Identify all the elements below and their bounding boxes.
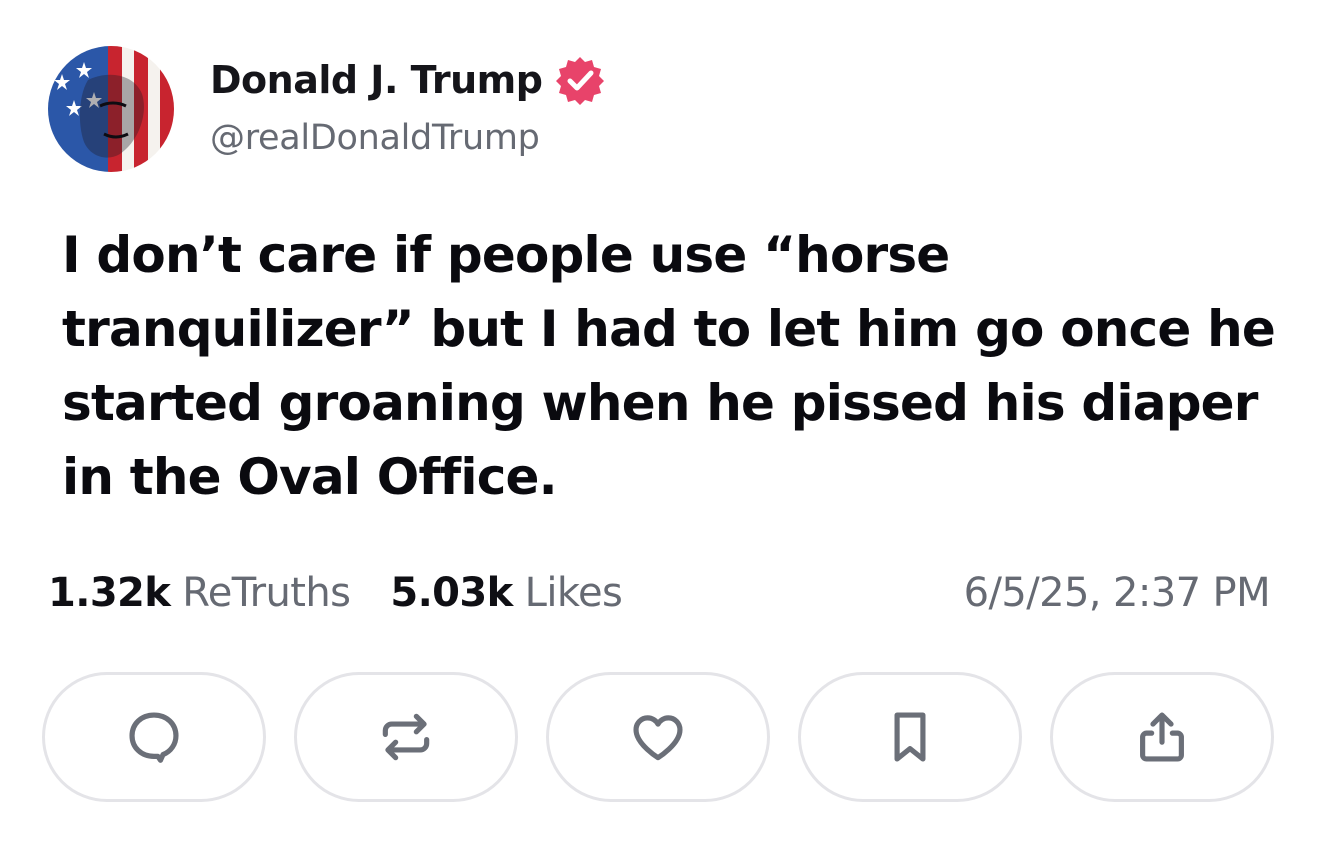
comment-icon — [129, 712, 179, 763]
post-stats: 1.32k ReTruths 5.03k Likes — [48, 570, 623, 616]
retruths-count[interactable]: 1.32k — [48, 570, 171, 616]
author-handle[interactable]: @realDonaldTrump — [210, 118, 540, 158]
bookmark-button[interactable] — [798, 672, 1022, 802]
verified-badge-icon — [556, 57, 605, 105]
author-display-name[interactable]: Donald J. Trump — [210, 58, 543, 102]
post-timestamp: 6/5/25, 2:37 PM — [963, 570, 1271, 616]
action-bar — [42, 672, 1274, 802]
like-button[interactable] — [546, 672, 770, 802]
share-icon — [1140, 712, 1184, 762]
retruth-button[interactable] — [294, 672, 518, 802]
avatar-image — [48, 46, 174, 172]
likes-label[interactable]: Likes — [525, 570, 623, 616]
retruths-label[interactable]: ReTruths — [182, 570, 351, 616]
likes-count[interactable]: 5.03k — [390, 570, 513, 616]
post-text: I don’t care if people use “horse tranqu… — [62, 226, 1276, 506]
share-button[interactable] — [1050, 672, 1274, 802]
comment-button[interactable] — [42, 672, 266, 802]
bookmark-icon — [894, 712, 926, 762]
retruth-icon — [382, 713, 430, 761]
avatar[interactable] — [48, 46, 174, 172]
heart-icon — [633, 715, 683, 761]
author-row: Donald J. Trump — [210, 54, 606, 106]
